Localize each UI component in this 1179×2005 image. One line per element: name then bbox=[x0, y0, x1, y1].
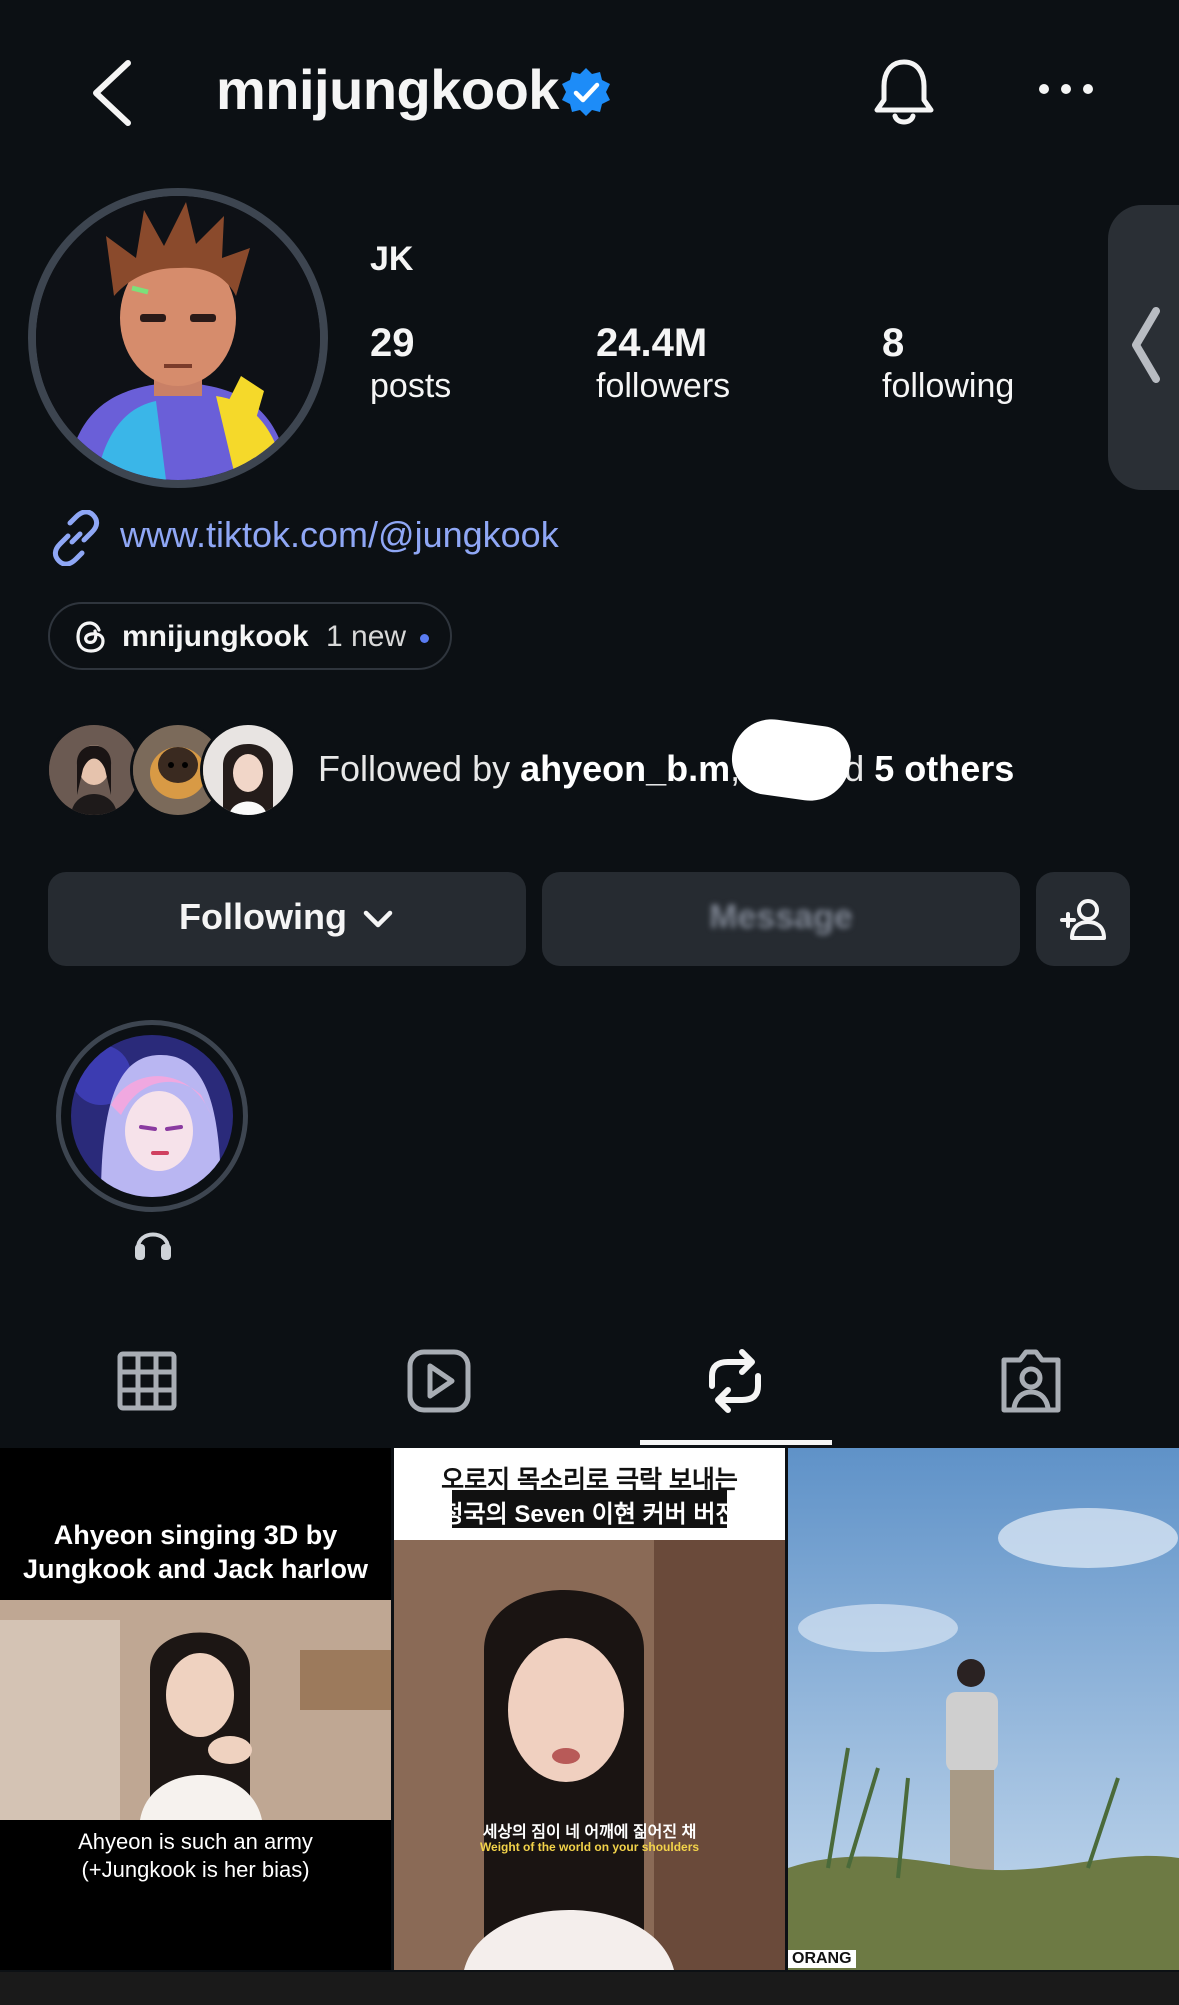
threads-badge-button[interactable]: mnijungkook 1 new bbox=[48, 602, 452, 670]
highlight-cover bbox=[71, 1035, 233, 1197]
suggest-accounts-button[interactable] bbox=[1036, 872, 1130, 966]
story-highlight[interactable] bbox=[56, 1020, 248, 1212]
chevron-down-icon bbox=[363, 911, 393, 928]
reposts-tab-icon[interactable] bbox=[702, 1346, 768, 1416]
side-panel-handle[interactable] bbox=[1108, 205, 1179, 490]
tile-subtitle-ko-2: 세상의 짐이 네 어깨에 짊어진 채 bbox=[482, 1824, 697, 1841]
threads-new-count: 1 new bbox=[326, 620, 407, 653]
following-button-label: Following bbox=[179, 896, 347, 937]
tile-subtitle-en: Weight of the world on your shoulders bbox=[479, 1840, 700, 1854]
more-options-icon[interactable] bbox=[1036, 74, 1096, 104]
grid-next-row bbox=[0, 1972, 1179, 2005]
avatar-illustration bbox=[36, 196, 320, 480]
posts-label: posts bbox=[370, 367, 452, 405]
tile-title: Ahyeon singing 3D by Jungkook and Jack h… bbox=[22, 1520, 369, 1584]
grid-post-tile[interactable]: ORANG bbox=[788, 1448, 1179, 1970]
tagged-tab-icon[interactable] bbox=[998, 1346, 1064, 1416]
redaction-mark bbox=[727, 714, 855, 806]
followers-count: 24.4M bbox=[596, 321, 708, 365]
threads-icon bbox=[76, 621, 105, 653]
following-label: following bbox=[882, 367, 1015, 405]
display-name: JK bbox=[370, 240, 414, 278]
message-button[interactable]: Message bbox=[542, 872, 1020, 966]
grid-post-tile[interactable]: 오로지 목소리로 극락 보내는 정국의 Seven 이현 커버 버전 세상의 짐… bbox=[394, 1448, 785, 1970]
following-button-content: Following bbox=[48, 896, 526, 938]
followed-by-others-count[interactable]: 5 others bbox=[874, 748, 1014, 789]
bio-link[interactable]: www.tiktok.com/@jungkook bbox=[120, 514, 559, 556]
followers-label: followers bbox=[596, 367, 731, 405]
tile-caption-line2: (+Jungkook is her bias) bbox=[81, 1857, 310, 1882]
posts-grid-tab-icon[interactable] bbox=[114, 1346, 180, 1416]
verified-badge-icon bbox=[562, 68, 610, 116]
tile-photo bbox=[394, 1540, 785, 1970]
message-button-label: Message bbox=[709, 898, 853, 936]
following-dropdown-button[interactable]: Following bbox=[48, 872, 526, 966]
mutual-follower-avatar[interactable] bbox=[200, 722, 296, 818]
headphones-icon bbox=[135, 1232, 171, 1260]
posts-count: 29 bbox=[370, 321, 415, 365]
following-count: 8 bbox=[882, 321, 905, 365]
grid-post-tile[interactable]: Ahyeon singing 3D by Jungkook and Jack h… bbox=[0, 1448, 391, 1970]
followed-by-prefix: Followed by bbox=[318, 748, 521, 789]
highlight-illustration bbox=[71, 1035, 233, 1197]
back-arrow-icon[interactable] bbox=[88, 58, 138, 128]
reels-tab-icon[interactable] bbox=[406, 1346, 472, 1416]
posts-stat[interactable]: 29 posts bbox=[370, 320, 451, 406]
tile-photo bbox=[0, 1600, 391, 1820]
chevron-left-icon bbox=[1132, 307, 1160, 383]
new-indicator-dot bbox=[420, 634, 429, 643]
profile-username-title: mnijungkook bbox=[216, 58, 559, 121]
mutual-follower-username[interactable]: ahyeon_b.m bbox=[520, 748, 730, 789]
notifications-bell-icon[interactable] bbox=[870, 56, 938, 128]
tile-corner-label: ORANG bbox=[788, 1950, 856, 1968]
add-person-icon bbox=[1060, 899, 1106, 940]
tile-photo bbox=[788, 1448, 1179, 1970]
followed-by-text[interactable]: Followed by ahyeon_b.m,nd 5 others bbox=[318, 748, 1014, 790]
link-icon bbox=[52, 510, 100, 566]
tile-subtitle-ko: 정국의 Seven 이현 커버 버전 bbox=[441, 1501, 738, 1528]
following-stat[interactable]: 8 following bbox=[882, 320, 1014, 406]
threads-username: mnijungkook bbox=[122, 620, 309, 653]
tile-caption-line1: Ahyeon is such an army bbox=[78, 1829, 313, 1854]
active-tab-indicator bbox=[640, 1440, 832, 1445]
mutual-follower-avatar[interactable] bbox=[46, 722, 142, 818]
followers-stat[interactable]: 24.4M followers bbox=[596, 320, 730, 406]
profile-avatar[interactable] bbox=[28, 188, 328, 488]
